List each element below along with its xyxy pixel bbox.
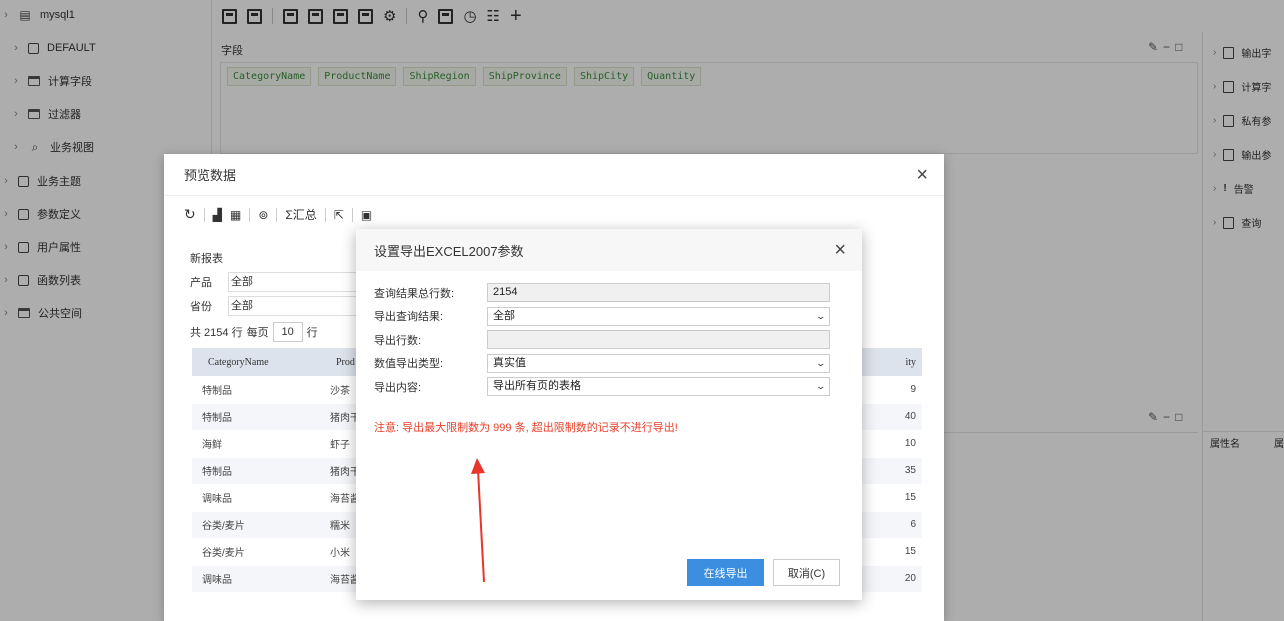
preview-filter-form: 新报表 产品 全部 省份 全部 <box>190 246 378 318</box>
table-cell: 谷类/麦片 <box>192 511 320 539</box>
filter-label: 省份 <box>190 301 212 313</box>
form-row-total-rows: 查询结果总行数: 2154 <box>374 281 830 304</box>
preview-dialog-header: 预览数据 × <box>164 154 944 196</box>
table-cell: 特制品 <box>192 403 320 431</box>
table-cell: 6 <box>862 511 922 539</box>
select-value: 真实值 <box>493 356 526 369</box>
refresh-icon[interactable]: ↻ <box>184 206 196 223</box>
total-rows-text: 共 2154 行 <box>190 327 243 339</box>
chevron-down-icon: ⌄ <box>815 357 827 368</box>
preview-toolbar: ↻ ▟ ▦ ⊚ Σ汇总 ⇱ ▣ <box>184 206 372 223</box>
filter-row-province: 省份 全部 <box>190 294 378 318</box>
table-icon[interactable]: ▦ <box>230 208 241 222</box>
close-icon[interactable]: × <box>834 240 846 260</box>
bar-chart-icon[interactable]: ▟ <box>213 208 222 222</box>
table-cell: 调味品 <box>192 565 320 593</box>
total-rows-field: 2154 <box>487 283 830 302</box>
sum-button[interactable]: Σ汇总 <box>285 206 316 223</box>
close-icon[interactable]: × <box>916 165 928 185</box>
toolbar-divider <box>351 207 353 222</box>
rows-unit-label: 行 <box>306 327 318 339</box>
export-result-label: 导出查询结果: <box>374 311 444 323</box>
table-cell: 特制品 <box>192 457 320 485</box>
export-content-select[interactable]: 导出所有页的表格 ⌄ <box>487 377 830 396</box>
total-rows-label: 查询结果总行数: <box>374 287 455 300</box>
form-row-export-result: 导出查询结果: 全部 ⌄ <box>374 305 830 328</box>
toolbar-divider <box>276 207 278 222</box>
select-value: 导出所有页的表格 <box>493 380 581 392</box>
filter-label: 产品 <box>190 277 212 289</box>
preview-pager: 共 2154 行 每页 10 行 <box>190 322 318 342</box>
export-result-select[interactable]: 全部 ⌄ <box>487 306 830 326</box>
export-form: 查询结果总行数: 2154 导出查询结果: 全部 ⌄ 导出行数: 数值导出类型: … <box>374 281 830 399</box>
toolbar-divider <box>324 207 326 222</box>
preview-dialog-title: 预览数据 <box>184 168 237 183</box>
chevron-down-icon: ⌄ <box>815 381 827 391</box>
export-icon[interactable]: ⇱ <box>334 208 344 222</box>
form-row-export-content: 导出内容: 导出所有页的表格 ⌄ <box>374 375 830 398</box>
per-page-label: 每页 <box>246 327 269 339</box>
export-rows-field <box>487 330 830 349</box>
table-cell: 15 <box>862 538 922 566</box>
form-row-value-type: 数值导出类型: 真实值 ⌄ <box>374 352 830 375</box>
column-header[interactable]: ity <box>862 348 922 376</box>
chevron-down-icon: ⌄ <box>815 310 827 321</box>
table-cell: 15 <box>862 484 922 512</box>
export-limit-note: 注意: 导出最大限制数为 999 条, 超出限制数的记录不进行导出! <box>374 422 678 434</box>
cancel-button[interactable]: 取消(C) <box>773 559 840 586</box>
report-name: 新报表 <box>190 253 223 265</box>
export-dialog-header: 设置导出EXCEL2007参数 × <box>356 229 862 271</box>
settings-icon[interactable]: ⊚ <box>258 208 268 222</box>
form-row-export-rows: 导出行数: <box>374 328 830 351</box>
dialog-buttons: 在线导出 取消(C) <box>687 559 840 586</box>
export-rows-label: 导出行数: <box>374 334 422 347</box>
table-cell: 10 <box>862 430 922 458</box>
export-dialog-title: 设置导出EXCEL2007参数 <box>374 243 524 259</box>
table-cell: 40 <box>862 403 922 431</box>
column-header[interactable]: CategoryName <box>192 348 320 376</box>
filter-row-product: 产品 全部 <box>190 270 378 294</box>
table-cell: 特制品 <box>192 376 320 404</box>
table-cell: 谷类/麦片 <box>192 538 320 566</box>
table-cell: 35 <box>862 457 922 485</box>
table-cell: 调味品 <box>192 484 320 512</box>
table-cell: 9 <box>862 376 922 404</box>
print-icon[interactable]: ▣ <box>361 208 372 222</box>
table-cell: 海鲜 <box>192 430 320 458</box>
value-type-select[interactable]: 真实值 ⌄ <box>487 353 830 373</box>
export-content-label: 导出内容: <box>374 381 422 394</box>
select-value: 全部 <box>493 309 515 322</box>
toolbar-divider <box>249 207 251 222</box>
export-online-button[interactable]: 在线导出 <box>687 559 764 586</box>
page-size-input[interactable]: 10 <box>272 322 303 342</box>
export-excel-dialog: 设置导出EXCEL2007参数 × 查询结果总行数: 2154 导出查询结果: … <box>356 229 862 600</box>
table-cell: 20 <box>862 565 922 593</box>
value-type-label: 数值导出类型: <box>374 358 444 370</box>
toolbar-divider <box>203 207 205 222</box>
